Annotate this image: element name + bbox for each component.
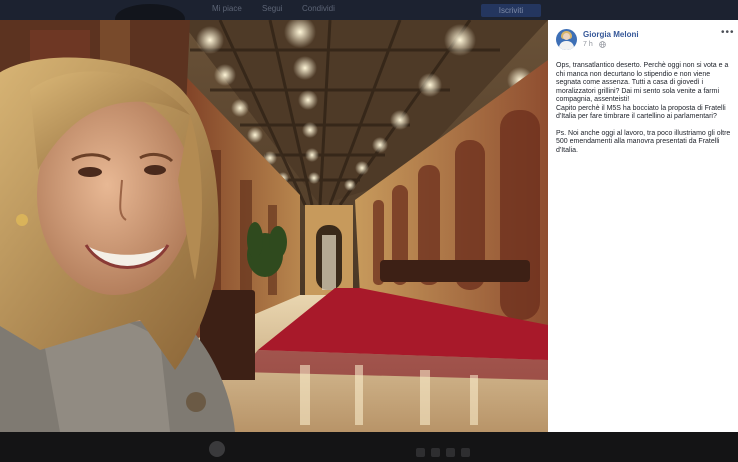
gif-icon[interactable] — [446, 448, 455, 457]
author-name-link[interactable]: Giorgia Meloni — [583, 30, 639, 39]
user-avatar — [209, 441, 225, 457]
author-avatar[interactable] — [556, 29, 577, 50]
comment-bar — [0, 432, 738, 462]
post-body: Ops, transatlantico deserto. Perchè oggi… — [556, 62, 732, 155]
emoji-icon[interactable] — [416, 448, 425, 457]
post-paragraph: Ps. Noi anche oggi al lavoro, tra poco i… — [556, 129, 731, 154]
post-timestamp[interactable]: 7 h — [583, 41, 593, 48]
post-photo[interactable] — [0, 20, 548, 432]
post-detail-panel: Giorgia Meloni 7 h ••• Ops, transatlanti… — [548, 20, 738, 432]
more-options-icon[interactable]: ••• — [721, 28, 735, 38]
share-page-button[interactable]: Condividi — [302, 4, 335, 13]
camera-icon[interactable] — [431, 448, 440, 457]
like-page-button[interactable]: Mi piace — [212, 4, 242, 13]
subscribe-button[interactable]: Iscriviti — [481, 4, 541, 17]
globe-icon — [599, 41, 606, 48]
post-paragraph: Ops, transatlantico deserto. Perchè oggi… — [556, 62, 729, 120]
sticker-icon[interactable] — [461, 448, 470, 457]
comment-tools — [416, 444, 476, 457]
top-navigation-bar: Mi piace Segui Condividi Iscriviti — [0, 0, 738, 34]
follow-page-button[interactable]: Segui — [262, 4, 282, 13]
